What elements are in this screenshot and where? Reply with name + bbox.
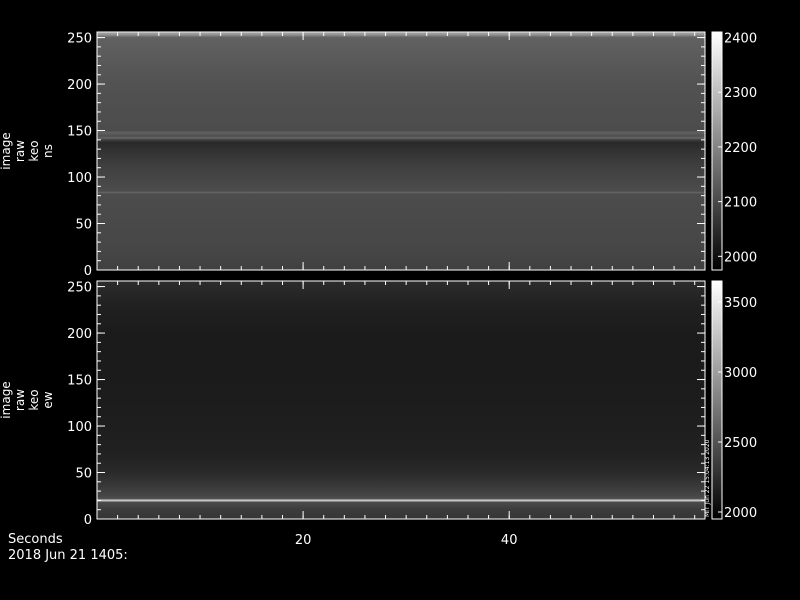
colorbar-tick-label: 3500 bbox=[724, 296, 757, 311]
keogram-figure: 050100150200250 image raw keo ns 2000210022… bbox=[0, 31, 757, 563]
x-tick-label: 40 bbox=[501, 533, 518, 548]
side-annotation: MIT Jun 22 15:04:13 2020 bbox=[704, 439, 711, 517]
heatmap-ew bbox=[97, 281, 705, 519]
colorbar-tick-label: 2000 bbox=[724, 250, 757, 265]
y-tick-label: 250 bbox=[67, 281, 92, 296]
heatmap-ns bbox=[97, 32, 705, 270]
colorbar-ticks-ns: 2000 2100 2200 2300 2400 bbox=[718, 31, 757, 265]
y-tick-label: 50 bbox=[75, 467, 92, 482]
y-axis-label-line: keo bbox=[27, 140, 41, 161]
y-tick-label: 0 bbox=[84, 513, 92, 528]
x-tick-label: 20 bbox=[295, 533, 312, 548]
y-axis-label-line: raw bbox=[13, 389, 27, 411]
y-axis-label-line: keo bbox=[27, 389, 41, 410]
colorbar-tick-label: 2000 bbox=[724, 506, 757, 521]
y-tick-label: 100 bbox=[67, 171, 92, 186]
ylabel-ns: image raw keo ns bbox=[0, 132, 55, 169]
colorbar-ns bbox=[712, 32, 722, 270]
y-axis-label-line: ns bbox=[41, 144, 55, 158]
ylabel-ew: image raw keo ew bbox=[0, 381, 55, 418]
y-axis-label-line: image bbox=[0, 381, 13, 418]
colorbar-tick-label: 2200 bbox=[724, 141, 757, 156]
x-axis-label: Seconds bbox=[8, 532, 63, 547]
panel-ns: 0 50 100 150 200 250 image raw keo ns 2000 2100 22… bbox=[0, 31, 757, 279]
y-axis-label-line: ew bbox=[41, 391, 55, 408]
colorbar-tick-label: 2500 bbox=[724, 436, 757, 451]
colorbar-ew bbox=[712, 281, 722, 519]
y-tick-label: 150 bbox=[67, 125, 92, 140]
colorbar-tick-label: 2100 bbox=[724, 196, 757, 211]
y-tick-label: 50 bbox=[75, 218, 92, 233]
y-tick-label: 200 bbox=[67, 78, 92, 93]
colorbar-ticks-ew: 2000 2500 3000 3500 bbox=[718, 296, 757, 521]
date-label: 2018 Jun 21 1405: bbox=[8, 548, 128, 563]
y-tick-label: 200 bbox=[67, 327, 92, 342]
y-axis-label-line: image bbox=[0, 132, 13, 169]
y-tick-label: 100 bbox=[67, 420, 92, 435]
colorbar-tick-label: 2300 bbox=[724, 86, 757, 101]
colorbar-tick-label: 2400 bbox=[724, 31, 757, 46]
y-tick-label: 250 bbox=[67, 32, 92, 47]
y-tick-label: 150 bbox=[67, 374, 92, 389]
panel-ew: 0 50 100 150 200 250 20 40 image raw keo ew 2000 25… bbox=[0, 280, 757, 548]
colorbar-tick-label: 3000 bbox=[724, 366, 757, 381]
y-axis-label-line: raw bbox=[13, 140, 27, 162]
y-tick-label: 0 bbox=[84, 264, 92, 279]
